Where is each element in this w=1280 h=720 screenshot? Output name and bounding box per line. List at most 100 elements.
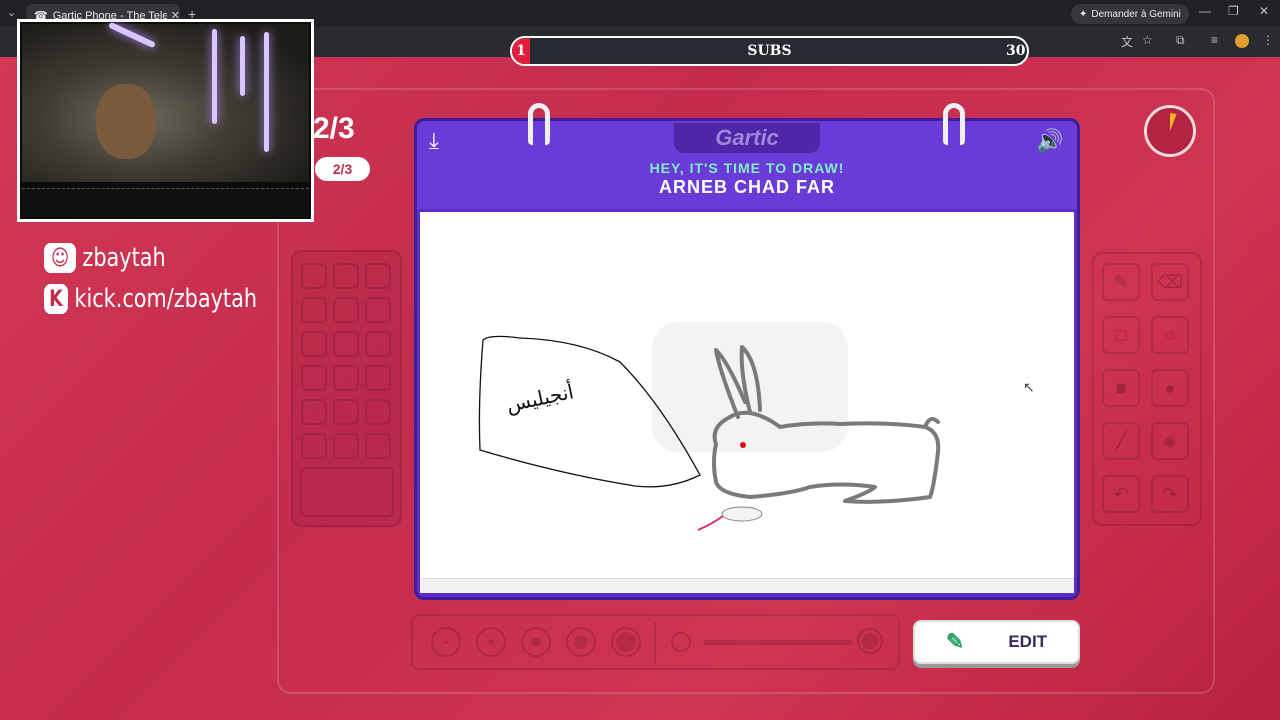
color-swatch[interactable] bbox=[301, 331, 327, 357]
color-swatch[interactable] bbox=[333, 297, 359, 323]
gartic-logo: Gartic bbox=[674, 123, 820, 153]
draw-prompt: HEY, IT'S TIME TO DRAW! bbox=[649, 160, 845, 176]
window-minimize-button[interactable]: — bbox=[1199, 4, 1211, 18]
download-icon[interactable]: ⤓ bbox=[429, 128, 439, 154]
rabbit-eye bbox=[740, 442, 746, 448]
draw-word: ARNEB CHAD FAR bbox=[659, 177, 835, 197]
streamer-person bbox=[96, 84, 156, 159]
mouse-tail bbox=[697, 515, 724, 531]
color-swatch[interactable] bbox=[365, 433, 391, 459]
gemini-icon: ✦ bbox=[1079, 8, 1088, 20]
pencil-icon: ✎ bbox=[945, 629, 965, 654]
bookmark-star-icon[interactable]: ☆ bbox=[1142, 33, 1153, 47]
binder-ring bbox=[528, 103, 550, 145]
brush-size-3[interactable] bbox=[521, 627, 551, 657]
color-swatch[interactable] bbox=[365, 297, 391, 323]
color-swatch[interactable] bbox=[333, 365, 359, 391]
subs-label: SUBS bbox=[747, 43, 792, 59]
circle-outline-tool[interactable]: ○ bbox=[1151, 316, 1189, 354]
color-swatch[interactable] bbox=[301, 365, 327, 391]
brush-size-5[interactable] bbox=[611, 627, 641, 657]
mouse-drawing bbox=[721, 506, 763, 522]
extensions-icon[interactable]: ⧉ bbox=[1176, 33, 1185, 48]
rectangle-fill-tool[interactable]: ■ bbox=[1102, 369, 1140, 407]
opacity-slider-handle[interactable] bbox=[857, 628, 883, 654]
gartic-watermark bbox=[652, 322, 848, 452]
subs-goal-value: 30 bbox=[1006, 43, 1026, 59]
subs-goal-bar: SUBS bbox=[510, 36, 1029, 66]
pencil-icon: ✎ bbox=[1113, 271, 1129, 292]
circle-outline-icon: ○ bbox=[1164, 324, 1176, 345]
circle-filled-icon: ● bbox=[1164, 377, 1176, 398]
edit-label: EDIT bbox=[1008, 632, 1048, 651]
line-icon: ╱ bbox=[1115, 430, 1127, 451]
redo-tool[interactable]: ↷ bbox=[1151, 475, 1189, 513]
line-tool[interactable]: ╱ bbox=[1102, 422, 1140, 460]
translate-icon[interactable]: 文 bbox=[1121, 33, 1133, 50]
color-swatch[interactable] bbox=[333, 331, 359, 357]
color-swatch[interactable] bbox=[301, 297, 327, 323]
color-swatch[interactable] bbox=[333, 433, 359, 459]
pencil-tool[interactable]: ✎ bbox=[1102, 263, 1140, 301]
brush-size-2[interactable] bbox=[476, 627, 506, 657]
profile-avatar[interactable] bbox=[1235, 34, 1249, 48]
color-swatch[interactable] bbox=[333, 399, 359, 425]
round-counter: 2/3 bbox=[313, 112, 355, 145]
undo-icon: ↶ bbox=[1113, 483, 1129, 504]
round-pill: 2/3 bbox=[315, 157, 370, 181]
timer-svg bbox=[1170, 113, 1177, 131]
color-swatch[interactable] bbox=[301, 433, 327, 459]
mouse-cursor-icon: ↖ bbox=[1023, 379, 1035, 395]
square-filled-icon: ■ bbox=[1115, 377, 1127, 398]
media-icon[interactable]: ≡ bbox=[1211, 33, 1218, 47]
rectangle-outline-tool[interactable]: □ bbox=[1102, 316, 1140, 354]
window-restore-button[interactable]: ❐ bbox=[1228, 4, 1239, 18]
brush-size-4[interactable] bbox=[566, 627, 596, 657]
gemini-button[interactable]: ✦ Demander à Gemini bbox=[1071, 4, 1189, 24]
color-swatch[interactable] bbox=[301, 263, 327, 289]
opacity-min-icon bbox=[671, 632, 691, 652]
timer-wedge bbox=[1170, 113, 1177, 131]
bucket-icon: ◈ bbox=[1163, 430, 1177, 451]
square-outline-icon: □ bbox=[1115, 324, 1127, 345]
webcam-footer bbox=[22, 188, 309, 217]
gemini-label: Demander à Gemini bbox=[1091, 8, 1181, 20]
discord-icon: ☺ bbox=[44, 243, 76, 273]
neon-light bbox=[264, 32, 269, 152]
color-swatch[interactable] bbox=[365, 331, 391, 357]
round-timer bbox=[1144, 105, 1196, 157]
browser-menu-icon[interactable]: ⋮ bbox=[1262, 33, 1274, 47]
discord-handle: ☺ zbaytah bbox=[44, 243, 166, 273]
color-swatch[interactable] bbox=[301, 399, 327, 425]
color-swatch[interactable] bbox=[365, 399, 391, 425]
speech-bubble-text: أنجيليس bbox=[504, 378, 576, 417]
brush-bar-divider bbox=[654, 622, 656, 664]
edit-button[interactable]: ✎ EDIT bbox=[913, 620, 1080, 664]
drawing-canvas[interactable]: أنجيليس bbox=[420, 212, 1074, 584]
eraser-tool[interactable]: ⌫ bbox=[1151, 263, 1189, 301]
tab-search-button[interactable]: ⌄ bbox=[7, 6, 16, 19]
binder-ring bbox=[943, 103, 965, 145]
undo-tool[interactable]: ↶ bbox=[1102, 475, 1140, 513]
selected-color[interactable] bbox=[300, 467, 394, 517]
redo-icon: ↷ bbox=[1162, 483, 1178, 504]
kick-handle: K kick.com/zbaytah bbox=[44, 284, 257, 314]
canvas-base bbox=[420, 578, 1074, 593]
brush-size-1[interactable] bbox=[431, 627, 461, 657]
volume-icon[interactable]: 🔊 bbox=[1036, 128, 1063, 154]
neon-light bbox=[108, 21, 156, 49]
discord-text: zbaytah bbox=[82, 243, 166, 273]
color-swatch[interactable] bbox=[333, 263, 359, 289]
color-swatch[interactable] bbox=[365, 263, 391, 289]
window-close-button[interactable]: ✕ bbox=[1259, 4, 1269, 18]
drawing-svg: أنجيليس bbox=[478, 322, 941, 531]
neon-light bbox=[240, 36, 245, 96]
neon-light bbox=[212, 29, 217, 124]
kick-text: kick.com/zbaytah bbox=[74, 284, 258, 314]
fill-bucket-tool[interactable]: ◈ bbox=[1151, 422, 1189, 460]
color-swatch[interactable] bbox=[365, 365, 391, 391]
opacity-slider[interactable] bbox=[703, 640, 853, 645]
circle-fill-tool[interactable]: ● bbox=[1151, 369, 1189, 407]
kick-icon: K bbox=[44, 284, 68, 314]
eraser-icon: ⌫ bbox=[1157, 271, 1183, 292]
